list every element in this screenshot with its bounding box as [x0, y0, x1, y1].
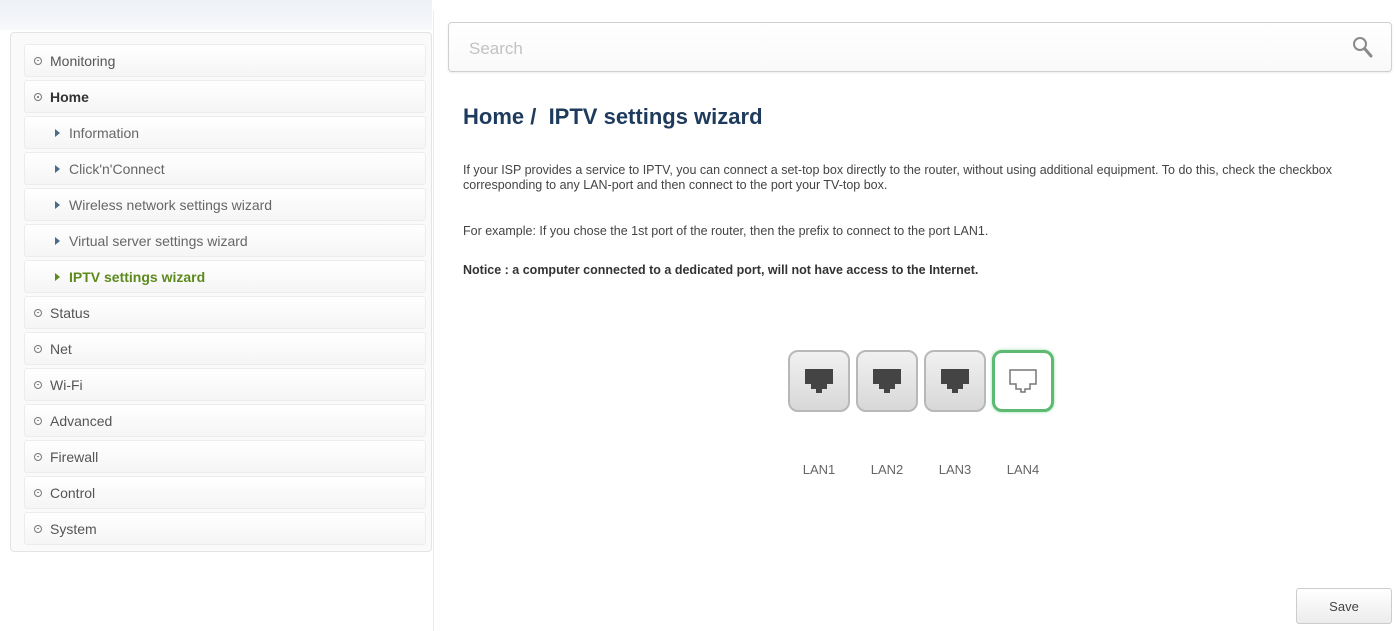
sidebar-item-wireless-wizard[interactable]: Wireless network settings wizard [24, 188, 426, 221]
sidebar-item-label: Information [69, 124, 140, 141]
search-icon[interactable] [1351, 35, 1373, 59]
ethernet-port-icon [941, 369, 969, 393]
expand-icon [34, 380, 42, 389]
lan4-label: LAN4 [1006, 462, 1040, 477]
lan2-label: LAN2 [870, 462, 904, 477]
sidebar-item-status[interactable]: Status [24, 296, 426, 329]
sidebar-item-label: Advanced [50, 412, 113, 429]
sidebar-item-label: Wireless network settings wizard [69, 196, 273, 213]
description-text: If your ISP provides a service to IPTV, … [463, 163, 1333, 192]
sidebar-item-control[interactable]: Control [24, 476, 426, 509]
expand-icon [34, 308, 42, 317]
sidebar-item-label: Wi-Fi [50, 376, 83, 393]
sidebar-item-label: Monitoring [50, 52, 116, 69]
ethernet-port-icon [805, 369, 833, 393]
arrow-right-icon [55, 164, 60, 173]
sidebar-item-iptv-wizard[interactable]: IPTV settings wizard [24, 260, 426, 293]
sidebar-item-net[interactable]: Net [24, 332, 426, 365]
ethernet-port-icon [873, 369, 901, 393]
notice-text: Notice : a computer connected to a dedic… [463, 263, 979, 277]
lan2-port-checkbox[interactable] [856, 350, 918, 412]
expand-icon [34, 524, 42, 533]
lan4-port-checkbox[interactable] [992, 350, 1054, 412]
page-title: Home / IPTV settings wizard [463, 104, 763, 129]
sidebar-item-label: System [50, 520, 97, 537]
sidebar-item-wi-fi[interactable]: Wi-Fi [24, 368, 426, 401]
arrow-right-icon [55, 236, 60, 245]
ethernet-port-icon [1009, 369, 1037, 393]
sidebar-item-virtual-server-wizard[interactable]: Virtual server settings wizard [24, 224, 426, 257]
sidebar-item-advanced[interactable]: Advanced [24, 404, 426, 437]
expand-icon [34, 416, 42, 425]
sidebar-item-firewall[interactable]: Firewall [24, 440, 426, 473]
sidebar-menu: Monitoring Home Information Click'n'Conn… [24, 44, 426, 548]
search-input[interactable] [467, 35, 1331, 63]
collapse-icon [34, 92, 42, 101]
lan3-port-checkbox[interactable] [924, 350, 986, 412]
sidebar-item-click-n-connect[interactable]: Click'n'Connect [24, 152, 426, 185]
expand-icon [34, 56, 42, 65]
lan1-port-checkbox[interactable] [788, 350, 850, 412]
sidebar-item-label: Control [50, 484, 96, 501]
sidebar-item-monitoring[interactable]: Monitoring [24, 44, 426, 77]
expand-icon [34, 452, 42, 461]
sidebar-item-label: Net [50, 340, 72, 357]
sidebar-item-label: Click'n'Connect [69, 160, 165, 177]
lan-port-selector [788, 350, 1058, 420]
expand-icon [34, 488, 42, 497]
arrow-right-icon [55, 128, 60, 137]
expand-icon [34, 344, 42, 353]
sidebar-item-information[interactable]: Information [24, 116, 426, 149]
sidebar-item-label: Status [50, 304, 90, 321]
sidebar-item-label: Home [50, 88, 89, 105]
sidebar-item-home[interactable]: Home [24, 80, 426, 113]
divider [433, 10, 434, 631]
lan1-label: LAN1 [802, 462, 836, 477]
arrow-right-icon [55, 272, 60, 281]
header-strip [0, 0, 432, 30]
sidebar-item-label: Firewall [50, 448, 99, 465]
sidebar-item-label: Virtual server settings wizard [69, 232, 248, 249]
sidebar-item-system[interactable]: System [24, 512, 426, 545]
example-text: For example: If you chose the 1st port o… [463, 224, 989, 238]
search-bar [448, 22, 1392, 72]
save-button[interactable]: Save [1296, 588, 1392, 624]
arrow-right-icon [55, 200, 60, 209]
sidebar-item-label: IPTV settings wizard [69, 268, 206, 285]
lan3-label: LAN3 [938, 462, 972, 477]
